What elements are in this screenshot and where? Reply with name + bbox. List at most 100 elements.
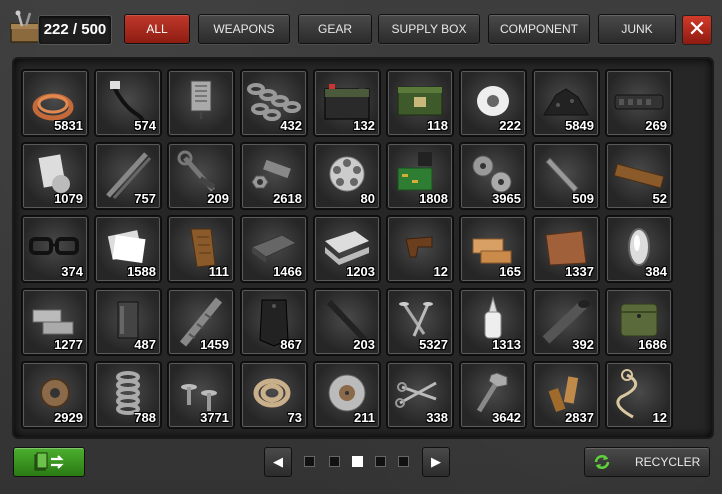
inventory-slot[interactable]: 132 [314,70,380,136]
inventory-slot[interactable]: 509 [533,143,599,209]
item-count: 338 [426,410,448,425]
inventory-slot[interactable]: 3642 [460,362,526,428]
inventory-slot[interactable]: 5831 [22,70,88,136]
inventory-slot[interactable]: 1466 [241,216,307,282]
item-count: 574 [134,118,156,133]
swap-button[interactable] [13,447,85,477]
item-count: 2618 [273,191,302,206]
item-count: 132 [353,118,375,133]
item-count: 203 [353,337,375,352]
inventory-slot[interactable]: 5849 [533,70,599,136]
inventory-slot[interactable]: 384 [606,216,672,282]
inventory-slot[interactable]: 788 [95,362,161,428]
tab-supply-box[interactable]: SUPPLY BOX [378,14,480,44]
item-count: 3642 [492,410,521,425]
inventory-slot[interactable]: 80 [314,143,380,209]
item-count: 867 [280,337,302,352]
swap-icon [34,452,64,471]
inventory-slot[interactable]: 2837 [533,362,599,428]
inventory-slot[interactable]: 374 [22,216,88,282]
pagination: ◀ ▶ [264,447,450,477]
inventory-slot[interactable]: 52 [606,143,672,209]
item-count: 73 [287,410,302,425]
next-page-button[interactable]: ▶ [422,447,450,477]
close-button[interactable]: ✕ [682,15,712,45]
item-count: 269 [645,118,667,133]
inventory-slot[interactable]: 1203 [314,216,380,282]
inventory-slot[interactable]: 222 [460,70,526,136]
page-dot-1[interactable] [304,456,315,467]
recycle-icon [594,455,610,469]
prev-page-button[interactable]: ◀ [264,447,292,477]
inventory-slot[interactable]: 392 [533,289,599,355]
item-count: 432 [280,118,302,133]
item-count: 788 [134,410,156,425]
tab-component[interactable]: COMPONENT [488,14,590,44]
tab-junk[interactable]: JUNK [598,14,676,44]
inventory-slot[interactable]: 5327 [387,289,453,355]
inventory-slot[interactable]: 1079 [22,143,88,209]
inventory-slot[interactable]: 73 [241,362,307,428]
item-count: 5327 [419,337,448,352]
inventory-slot[interactable]: 203 [314,289,380,355]
recycler-label: RECYCLER [635,455,701,469]
item-count: 1337 [565,264,594,279]
item-count: 209 [207,191,229,206]
inventory-slot[interactable]: 338 [387,362,453,428]
item-count: 374 [61,264,83,279]
inventory-slot[interactable] [168,70,234,136]
inventory-slot[interactable]: 1459 [168,289,234,355]
item-count: 52 [652,191,667,206]
inventory-slot[interactable]: 757 [95,143,161,209]
inventory-slot[interactable]: 1588 [95,216,161,282]
inventory-slot[interactable]: 2929 [22,362,88,428]
inventory-slot[interactable]: 211 [314,362,380,428]
tab-weapons[interactable]: WEAPONS [198,14,290,44]
page-dot-5[interactable] [398,456,409,467]
item-count: 1459 [200,337,229,352]
item-count: 1277 [54,337,83,352]
inventory-slot[interactable]: 1808 [387,143,453,209]
inventory-slot[interactable]: 574 [95,70,161,136]
item-count: 5849 [565,118,594,133]
item-count: 12 [433,264,448,279]
item-count: 3965 [492,191,521,206]
inventory-slot[interactable]: 209 [168,143,234,209]
inventory-slot[interactable]: 1277 [22,289,88,355]
item-count: 1588 [127,264,156,279]
item-count: 165 [499,264,521,279]
top-bar: 222 / 500 ALL WEAPONS GEAR SUPPLY BOX CO… [0,0,722,58]
inventory-slot[interactable]: 487 [95,289,161,355]
inventory-slot[interactable]: 12 [387,216,453,282]
inventory-slot[interactable]: 12 [606,362,672,428]
item-count: 1808 [419,191,448,206]
page-dot-3[interactable] [352,456,363,467]
item-count: 222 [499,118,521,133]
tab-gear[interactable]: GEAR [298,14,372,44]
inventory-slot[interactable]: 1337 [533,216,599,282]
inventory-slot[interactable]: 432 [241,70,307,136]
inventory-slot[interactable]: 165 [460,216,526,282]
item-count: 487 [134,337,156,352]
inventory-slot[interactable]: 118 [387,70,453,136]
item-count: 1203 [346,264,375,279]
inventory-slot[interactable]: 3771 [168,362,234,428]
inventory-slot[interactable]: 2618 [241,143,307,209]
item-count: 118 [427,118,448,133]
item-count: 384 [645,264,667,279]
inventory-slot[interactable]: 1313 [460,289,526,355]
inventory-slot[interactable]: 269 [606,70,672,136]
inventory-slot[interactable]: 3965 [460,143,526,209]
page-dot-4[interactable] [375,456,386,467]
item-count: 80 [360,191,375,206]
recycler-button[interactable]: RECYCLER [584,447,710,477]
inventory-slot[interactable]: 1686 [606,289,672,355]
inventory-slot[interactable]: 111 [168,216,234,282]
page-dot-2[interactable] [329,456,340,467]
item-count: 12 [652,410,667,425]
inventory-slot[interactable]: 867 [241,289,307,355]
item-count: 757 [134,191,156,206]
capacity-counter: 222 / 500 [38,15,112,45]
tab-all[interactable]: ALL [124,14,190,44]
circuit-chip-icon [190,80,212,119]
